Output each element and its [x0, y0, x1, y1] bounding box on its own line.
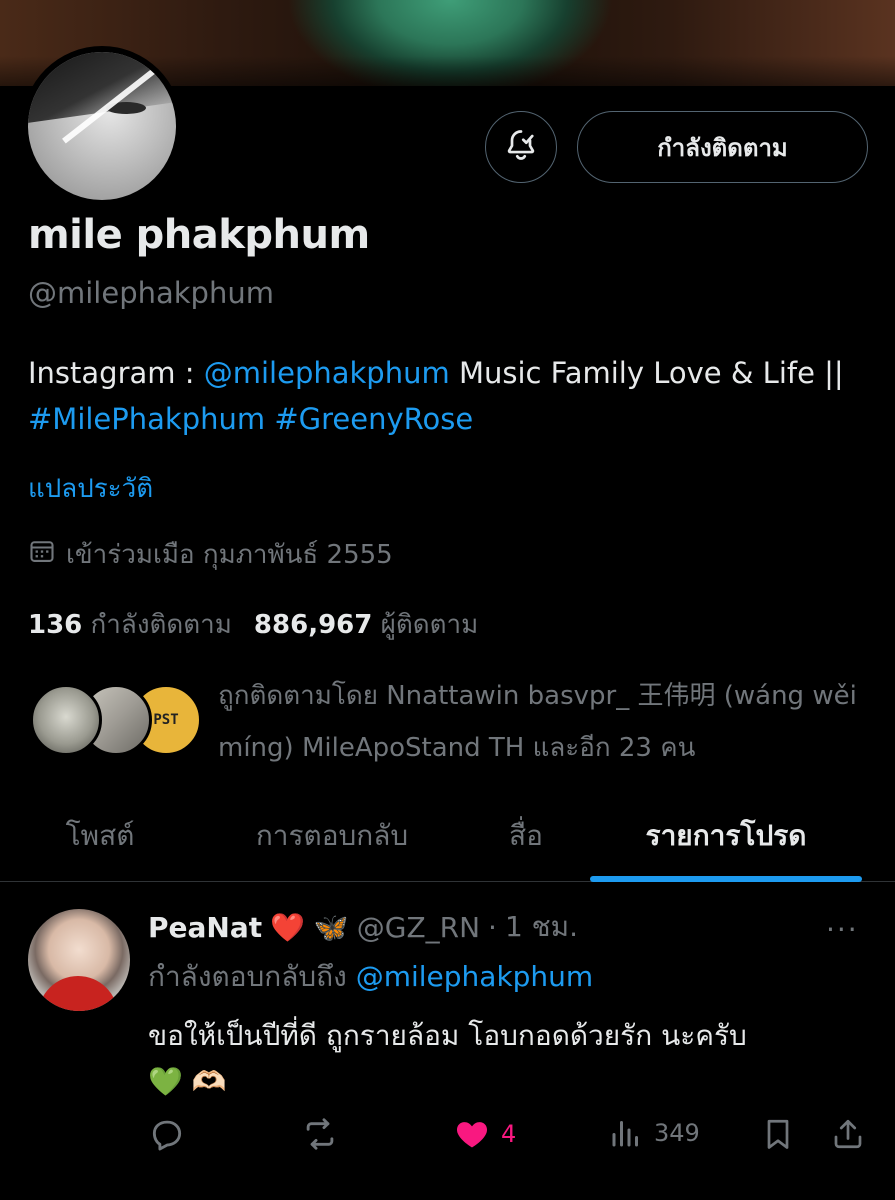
replying-to-handle[interactable]: @milephakphum — [356, 960, 594, 993]
views-count: 349 — [654, 1119, 700, 1147]
tab-replies[interactable]: การตอบกลับ — [200, 790, 464, 882]
tab-posts[interactable]: โพสต์ — [0, 790, 200, 882]
profile-avatar-image — [28, 52, 176, 200]
share-icon — [830, 1115, 866, 1153]
bookmark-icon — [760, 1115, 796, 1153]
replying-to: กำลังตอบกลับถึง @milephakphum — [148, 960, 594, 993]
like-count: 4 — [501, 1120, 517, 1148]
profile-bio: Instagram : @milephakphum Music Family L… — [28, 350, 868, 442]
followed-by-avatars[interactable]: PST — [30, 684, 202, 760]
post-separator: · — [488, 910, 497, 944]
bell-check-icon — [503, 127, 539, 167]
tab-likes[interactable]: รายการโปรด — [590, 790, 862, 882]
post-actions: 4 349 — [148, 1115, 868, 1155]
following-label: กำลังติดตาม — [90, 610, 232, 640]
bio-hashtag-greenyrose[interactable]: #GreenyRose — [274, 402, 473, 436]
post-time[interactable]: 1 ชม. — [505, 905, 578, 949]
followers-count: 886,967 — [253, 610, 373, 640]
joined-text: เข้าร่วมเมือ กุมภาพันธ์ 2555 — [66, 540, 393, 570]
repost-icon — [300, 1115, 340, 1153]
post-author-handle[interactable]: @GZ_RN — [357, 911, 480, 944]
following-count-link[interactable]: 136 กำลังติดตาม — [28, 604, 232, 645]
post-header: PeaNat ❤️ 🦋 @GZ_RN · 1 ชม. — [148, 905, 578, 949]
heart-icon — [453, 1115, 491, 1153]
post-emoji-line: 💚 🫶🏻 — [148, 1065, 227, 1098]
post-text-line: ขอให้เป็นปีที่ดี ถูกรายล้อม โอบกอดด้วยรั… — [148, 1019, 747, 1052]
following-count: 136 — [28, 610, 83, 640]
followers-label: ผู้ติดตาม — [380, 610, 479, 640]
profile-tabs: โพสต์ การตอบกลับ สื่อ รายการโปรด — [0, 790, 895, 882]
active-tab-indicator — [590, 876, 862, 882]
notifications-button[interactable] — [485, 111, 557, 183]
reply-icon — [148, 1115, 186, 1153]
bio-instagram-link[interactable]: @milephakphum — [204, 356, 450, 390]
reply-button[interactable] — [148, 1115, 186, 1153]
translate-bio-link[interactable]: แปลประวัติ — [28, 468, 153, 509]
bio-hashtag-milephakphum[interactable]: #MilePhakphum — [28, 402, 265, 436]
views-icon — [608, 1115, 644, 1151]
joined-date: เข้าร่วมเมือ กุมภาพันธ์ 2555 — [28, 534, 393, 575]
bookmark-button[interactable] — [760, 1115, 796, 1153]
follower-avatar — [30, 684, 102, 756]
profile-handle: @milephakphum — [28, 276, 274, 310]
bio-text: Instagram : — [28, 356, 204, 390]
repost-button[interactable] — [300, 1115, 340, 1153]
followed-by-text[interactable]: ถูกติดตามโดย Nnattawin basvpr_ 王伟明 (wáng… — [218, 670, 858, 774]
post-text: ขอให้เป็นปีที่ดี ถูกรายล้อม โอบกอดด้วยรั… — [148, 1013, 868, 1105]
profile-avatar[interactable] — [22, 46, 182, 206]
like-button[interactable]: 4 — [453, 1115, 516, 1153]
share-button[interactable] — [830, 1115, 866, 1153]
post-author-emoji: ❤️ 🦋 — [270, 910, 349, 944]
more-icon[interactable]: ··· — [826, 913, 859, 946]
post-item[interactable]: PeaNat ❤️ 🦋 @GZ_RN · 1 ชม. ··· กำลังตอบก… — [0, 883, 895, 1200]
tab-media[interactable]: สื่อ — [464, 790, 588, 882]
follow-stats: 136 กำลังติดตาม 886,967 ผู้ติดตาม — [28, 604, 478, 645]
post-author-avatar[interactable] — [28, 909, 130, 1011]
profile-name: mile phakphum — [28, 212, 370, 258]
followers-count-link[interactable]: 886,967 ผู้ติดตาม — [254, 604, 478, 645]
following-button[interactable]: กำลังติดตาม — [577, 111, 868, 183]
post-author-name[interactable]: PeaNat — [148, 911, 262, 944]
views-button[interactable]: 349 — [608, 1115, 700, 1151]
bio-text: Music Family Love & Life || — [449, 356, 844, 390]
calendar-icon — [28, 537, 56, 572]
